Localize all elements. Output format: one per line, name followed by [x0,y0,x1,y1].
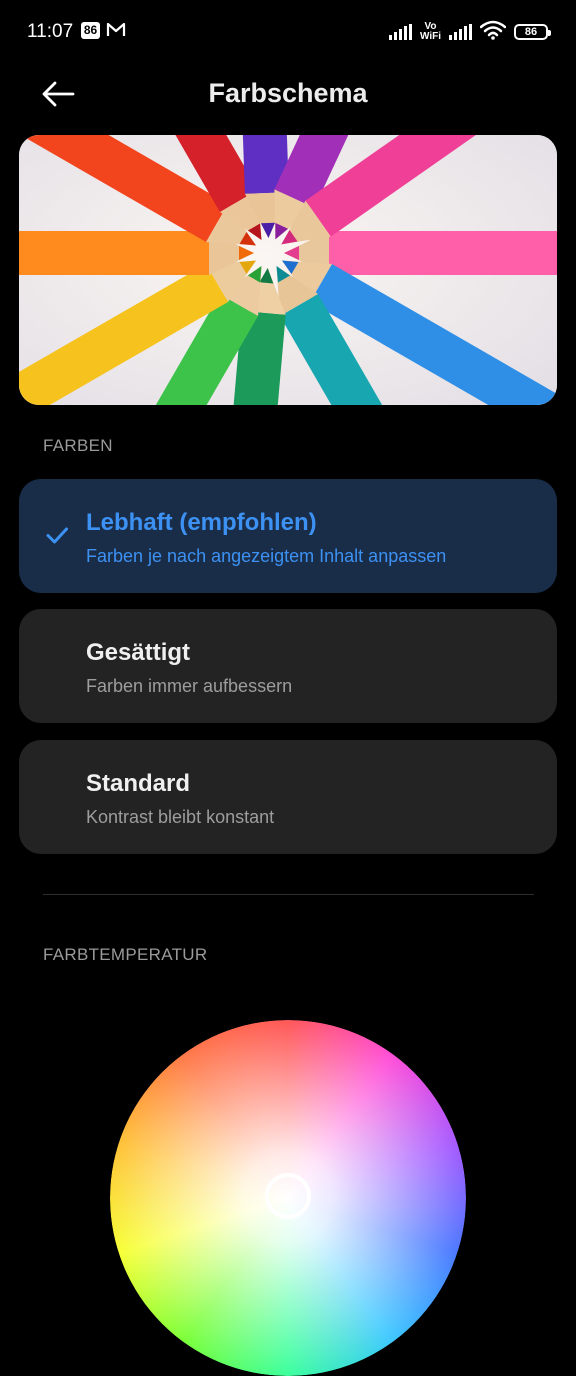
option-title: Lebhaft (empfohlen) [86,509,317,536]
option-subtitle: Farben immer aufbessern [86,676,293,696]
battery-icon: 86 [514,24,551,40]
status-time: 11:07 [27,21,74,42]
notification-badge: 86 [81,22,100,39]
checkmark-icon [46,527,68,544]
page-title: Farbschema [208,78,368,108]
section-label-colors: FARBEN [43,436,113,455]
section-label-temperature: FARBTEMPERATUR [43,945,208,964]
gmail-icon [106,20,126,45]
option-standard[interactable]: Standard Kontrast bleibt konstant [19,740,557,854]
status-icons: Vo WiFi 86 [388,19,551,45]
app-header: Farbschema [0,64,576,124]
color-pencils-image [19,135,557,405]
option-saturated[interactable]: Gesättigt Farben immer aufbessern [19,609,557,723]
color-wheel-handle[interactable] [265,1173,311,1219]
vowifi-icon: Vo WiFi [419,21,441,42]
option-vivid[interactable]: Lebhaft (empfohlen) Farben je nach angez… [19,479,557,593]
option-title: Gesättigt [86,639,191,666]
option-title: Standard [86,770,191,797]
option-subtitle: Kontrast bleibt konstant [86,807,275,827]
signal-icon-2 [449,24,472,40]
wifi-icon [479,20,507,45]
status-bar: 11:07 86 Vo WiFi 86 [0,0,576,64]
option-subtitle: Farben je nach angezeigtem Inhalt anpass… [86,546,447,566]
divider [43,894,534,895]
signal-icon [388,24,412,40]
